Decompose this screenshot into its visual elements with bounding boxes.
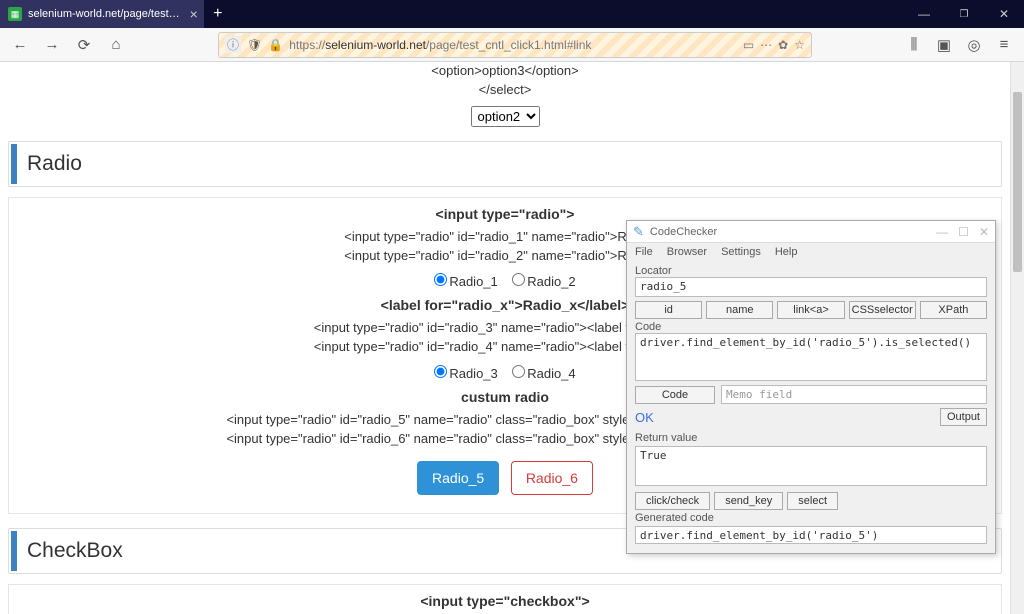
radio-3-input[interactable] <box>434 365 447 378</box>
return-value[interactable]: True <box>635 446 987 486</box>
radio-6-button[interactable]: Radio_6 <box>511 461 593 495</box>
panel-close-icon[interactable]: ✕ <box>979 225 989 239</box>
favicon-icon: ▦ <box>8 7 22 21</box>
radio-4[interactable]: Radio_4 <box>512 366 575 381</box>
code-run-button[interactable]: Code <box>635 386 715 404</box>
browser-tab[interactable]: ▦ selenium-world.net/page/test… × <box>0 0 204 28</box>
xpath-button[interactable]: XPath <box>920 301 987 319</box>
lock-icon: 🔒 <box>268 38 283 52</box>
url-text: https://selenium-world.net/page/test_cnt… <box>289 38 737 52</box>
ok-status: OK <box>635 410 654 425</box>
browser-titlebar: ▦ selenium-world.net/page/test… × + — ❐ … <box>0 0 1024 28</box>
codechecker-panel: ✎ CodeChecker — ☐ ✕ File Browser Setting… <box>626 220 996 554</box>
name-button[interactable]: name <box>706 301 773 319</box>
link-button[interactable]: link<a> <box>777 301 844 319</box>
section-heading: Radio <box>11 144 999 184</box>
id-button[interactable]: id <box>635 301 702 319</box>
send-key-button[interactable]: send_key <box>714 492 783 510</box>
locator-label: Locator <box>635 265 987 277</box>
scroll-thumb[interactable] <box>1013 92 1022 272</box>
menu-help[interactable]: Help <box>775 246 798 258</box>
app-icon: ✎ <box>633 224 644 240</box>
locator-input[interactable]: radio_5 <box>635 277 987 297</box>
sidebar-icon[interactable]: ▣ <box>930 31 958 59</box>
generated-label: Generated code <box>635 512 987 524</box>
back-button[interactable]: ← <box>6 31 34 59</box>
reader-icon[interactable]: ▭ <box>743 38 754 52</box>
radio-2-input[interactable] <box>512 273 525 286</box>
select-button[interactable]: select <box>787 492 838 510</box>
menu-icon[interactable]: ≡ <box>990 31 1018 59</box>
radio-1[interactable]: Radio_1 <box>434 274 497 289</box>
browser-toolbar: ← → ⟳ ⌂ ⓘ 🛡 🔒 https://selenium-world.net… <box>0 28 1024 62</box>
home-button[interactable]: ⌂ <box>102 31 130 59</box>
panel-title: CodeChecker <box>650 226 930 238</box>
subheading: <input type="checkbox"> <box>17 593 993 609</box>
radio-4-input[interactable] <box>512 365 525 378</box>
shield-icon[interactable]: 🛡 <box>247 38 262 52</box>
radio-5-button[interactable]: Radio_5 <box>417 461 499 495</box>
panel-minimize-icon[interactable]: — <box>936 225 948 239</box>
panel-titlebar[interactable]: ✎ CodeChecker — ☐ ✕ <box>627 221 995 243</box>
more-icon[interactable]: ⋯ <box>760 38 772 52</box>
radio-2[interactable]: Radio_2 <box>512 274 575 289</box>
close-button[interactable]: ✕ <box>984 0 1024 28</box>
css-button[interactable]: CSSselector <box>849 301 916 319</box>
info-icon[interactable]: ⓘ <box>225 36 241 53</box>
code-label: Code <box>635 321 987 333</box>
tab-title: selenium-world.net/page/test… <box>28 8 180 20</box>
radio-section: Radio <box>8 141 1002 187</box>
url-bar[interactable]: ⓘ 🛡 🔒 https://selenium-world.net/page/te… <box>218 32 812 58</box>
code-line: <option>option3</option> <box>8 62 1002 81</box>
window-controls: — ❐ ✕ <box>904 0 1024 28</box>
maximize-button[interactable]: ❐ <box>944 0 984 28</box>
library-icon[interactable]: ⫼ <box>900 31 928 59</box>
output-button[interactable]: Output <box>940 408 987 426</box>
star-icon[interactable]: ☆ <box>794 38 805 52</box>
account-icon[interactable]: ◎ <box>960 31 988 59</box>
forward-button[interactable]: → <box>38 31 66 59</box>
select-dropdown[interactable]: option2 <box>471 106 540 127</box>
page-scrollbar[interactable] <box>1010 62 1024 614</box>
menu-browser[interactable]: Browser <box>667 246 707 258</box>
panel-menubar: File Browser Settings Help <box>627 243 995 261</box>
code-line: </select> <box>8 81 1002 100</box>
return-label: Return value <box>635 432 987 444</box>
checkbox-box: <input type="checkbox"> <input type="che… <box>8 584 1002 614</box>
generated-code[interactable]: driver.find_element_by_id('radio_5') <box>635 526 987 544</box>
tab-close-icon[interactable]: × <box>190 6 198 22</box>
menu-file[interactable]: File <box>635 246 653 258</box>
reload-button[interactable]: ⟳ <box>70 31 98 59</box>
save-icon[interactable]: ✿ <box>778 38 788 52</box>
memo-field[interactable]: Memo field <box>721 385 987 404</box>
panel-maximize-icon[interactable]: ☐ <box>958 225 969 239</box>
radio-1-input[interactable] <box>434 273 447 286</box>
radio-3[interactable]: Radio_3 <box>434 366 497 381</box>
click-check-button[interactable]: click/check <box>635 492 710 510</box>
new-tab-button[interactable]: + <box>204 0 232 28</box>
minimize-button[interactable]: — <box>904 0 944 28</box>
menu-settings[interactable]: Settings <box>721 246 761 258</box>
code-textarea[interactable]: driver.find_element_by_id('radio_5').is_… <box>635 333 987 381</box>
